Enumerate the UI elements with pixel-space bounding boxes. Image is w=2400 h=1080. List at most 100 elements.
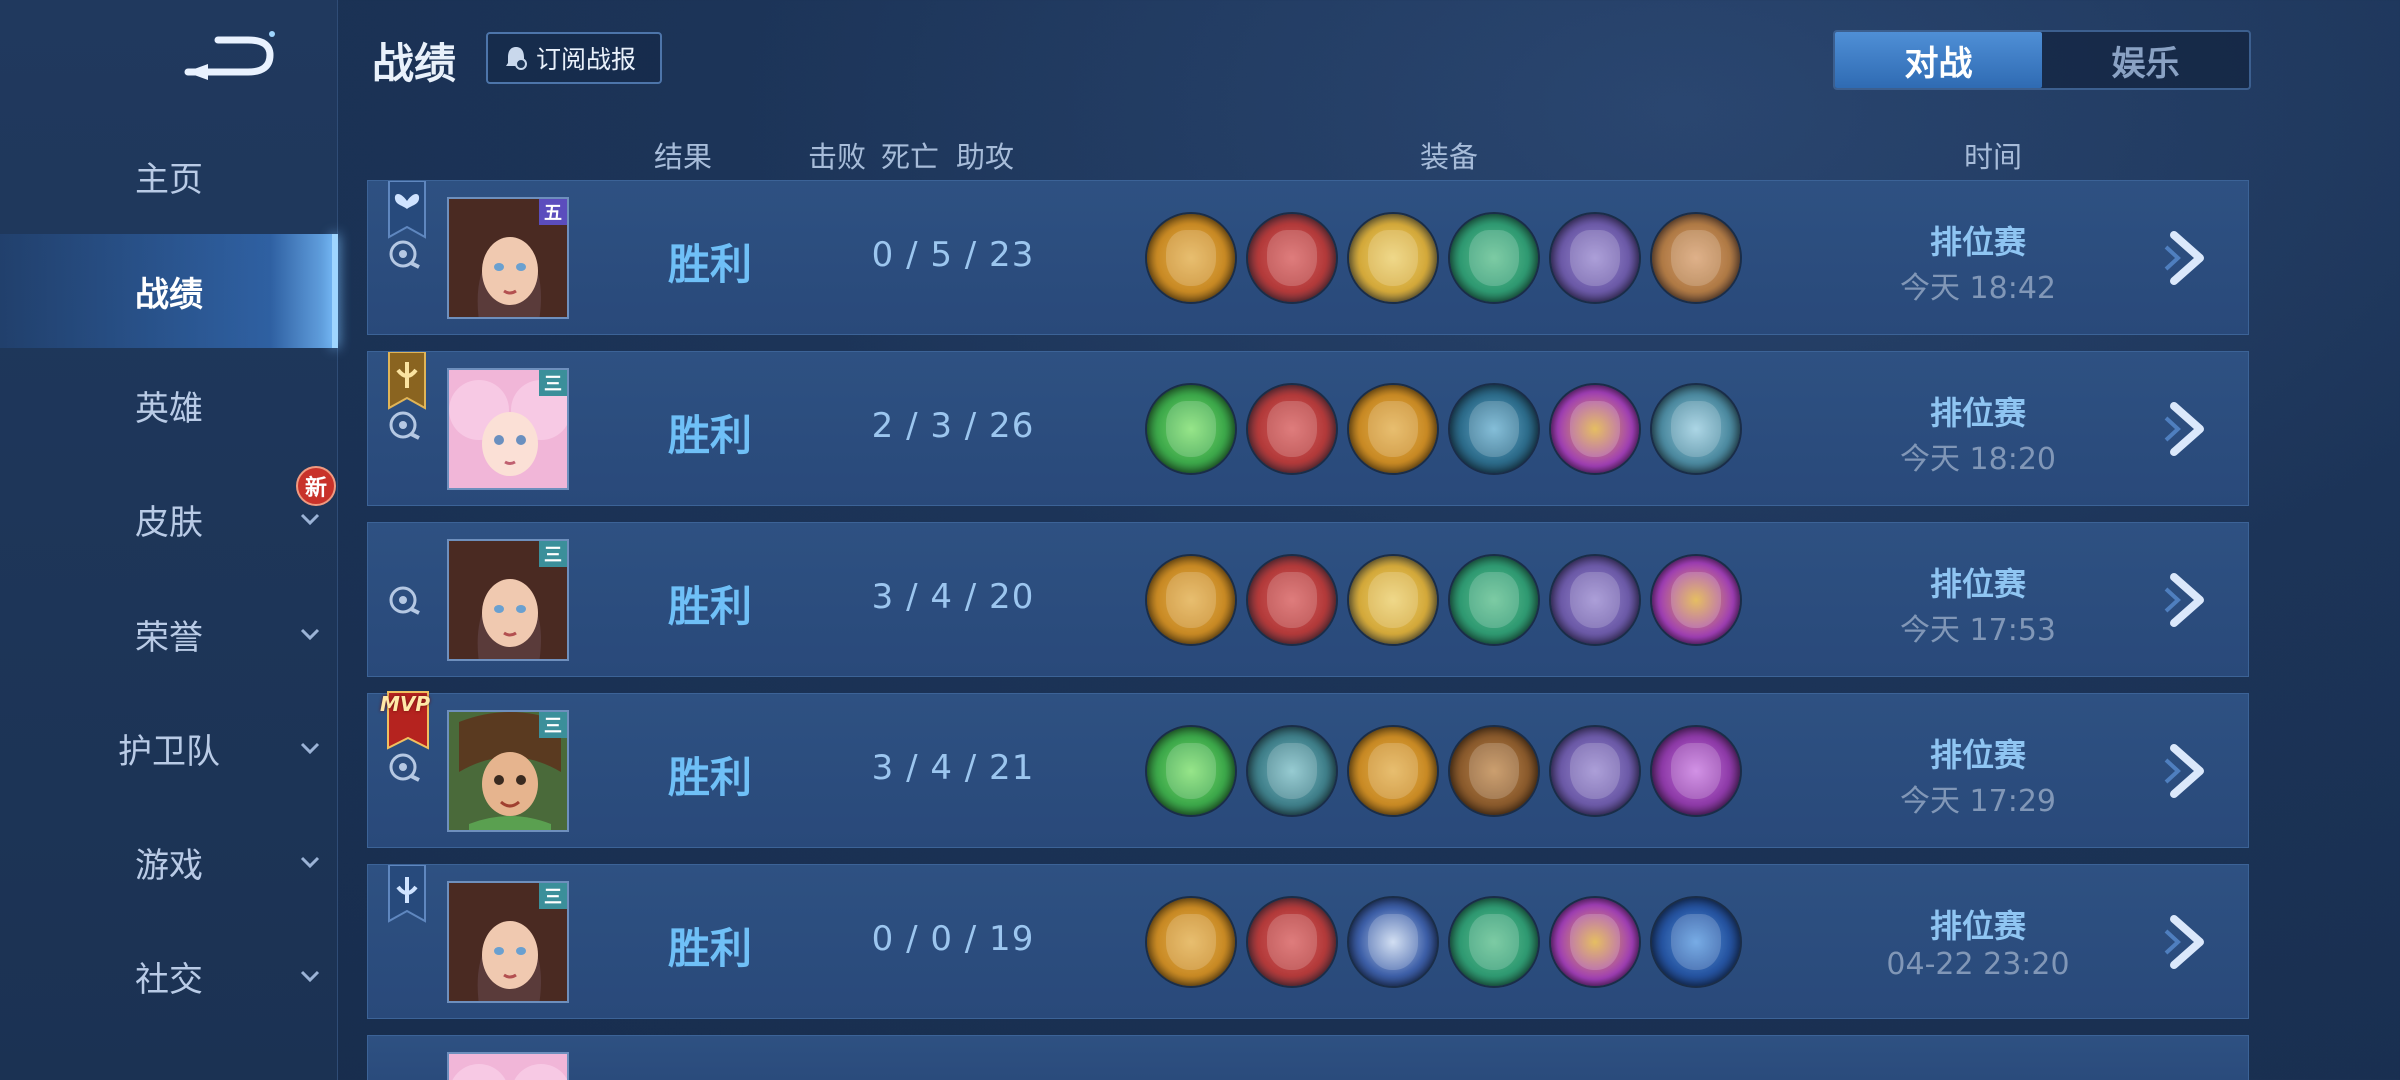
sidebar-item-label: 皮肤 <box>135 502 203 543</box>
item-icon <box>1549 212 1641 304</box>
item-icon <box>1246 725 1338 817</box>
back-button[interactable] <box>178 28 282 88</box>
item-icon <box>1246 383 1338 475</box>
item-icon <box>1650 896 1742 988</box>
match-row[interactable]: 五 胜利 0 / 5 / 23 排位赛 今天 18:42 <box>367 180 2249 335</box>
hero-avatar[interactable]: 三 <box>447 368 569 490</box>
sidebar-item-label: 英雄 <box>135 388 203 429</box>
sidebar-item-label: 主页 <box>135 159 203 200</box>
sidebar-item-game[interactable]: 游戏 <box>0 805 338 919</box>
match-row[interactable]: MVP 三 胜利 3 / 4 / 21 排位赛 今天 17:29 <box>367 691 2249 848</box>
replay-icon[interactable] <box>388 408 422 442</box>
item-icon <box>1347 212 1439 304</box>
wing-rank-icon <box>388 181 426 239</box>
hero-avatar[interactable]: 三 <box>447 881 569 1003</box>
item-icon <box>1448 896 1540 988</box>
hero-tier: 五 <box>539 199 567 225</box>
hero-portrait-icon <box>449 1054 567 1080</box>
tab-battle[interactable]: 对战 <box>1835 32 2042 88</box>
hero-tier: 三 <box>539 712 567 738</box>
match-row[interactable]: 三 胜利 2 / 3 / 26 排位赛 今天 18:20 <box>367 351 2249 506</box>
item-icon <box>1650 554 1742 646</box>
replay-icon[interactable] <box>388 750 422 784</box>
wing-rank-icon <box>388 865 426 923</box>
match-time: 04-22 23:20 <box>1886 947 2070 982</box>
match-time: 今天 18:20 <box>1900 442 2056 477</box>
item-icon <box>1347 554 1439 646</box>
column-header-time: 时间 <box>1964 140 2023 174</box>
match-result: 胜利 <box>667 240 752 289</box>
item-icon <box>1145 896 1237 988</box>
chevron-right-icon[interactable] <box>2160 911 2218 973</box>
subscribe-label: 订阅战报 <box>536 45 637 74</box>
match-result: 胜利 <box>667 753 752 802</box>
equipment-list <box>1145 896 1751 988</box>
match-kda: 3 / 4 / 21 <box>871 748 1035 788</box>
match-row[interactable]: 三 胜利 3 / 4 / 20 排位赛 今天 17:53 <box>367 522 2249 677</box>
column-header-kills: 击败 <box>808 140 867 174</box>
sidebar-item-heroes[interactable]: 英雄 <box>0 348 338 462</box>
subscribe-report-button[interactable]: 订阅战报 <box>486 32 662 84</box>
match-mode: 排位赛 <box>1929 223 2026 261</box>
back-arrow-icon <box>184 31 275 80</box>
match-row[interactable]: 三 胜利 0 / 0 / 19 排位赛 04-22 23:20 <box>367 864 2249 1019</box>
item-icon <box>1246 896 1338 988</box>
chevron-right-icon[interactable] <box>2160 569 2218 631</box>
item-icon <box>1549 896 1641 988</box>
match-row[interactable] <box>367 1035 2249 1080</box>
item-icon <box>1246 554 1338 646</box>
item-icon <box>1347 896 1439 988</box>
replay-icon[interactable] <box>388 583 422 617</box>
mvp-badge: MVP <box>380 686 434 752</box>
match-mode: 排位赛 <box>1929 907 2026 945</box>
chevron-down-icon <box>300 856 320 869</box>
equipment-list <box>1145 554 1751 646</box>
gold-rank-icon <box>388 352 426 410</box>
mvp-label: MVP <box>380 692 431 716</box>
column-header-deaths: 死亡 <box>881 140 940 174</box>
sidebar-item-skins[interactable]: 皮肤 <box>0 462 338 576</box>
match-result: 胜利 <box>667 411 752 460</box>
item-icon <box>1448 725 1540 817</box>
chevron-down-icon <box>300 742 320 755</box>
match-kda: 0 / 5 / 23 <box>871 235 1035 275</box>
bell-icon <box>506 47 527 70</box>
sidebar-item-guard[interactable]: 护卫队 <box>0 691 338 805</box>
item-icon <box>1448 554 1540 646</box>
tab-entertainment[interactable]: 娱乐 <box>2042 32 2249 88</box>
sidebar-item-records[interactable]: 战绩 <box>0 234 338 348</box>
sidebar-item-label: 荣誉 <box>135 617 203 658</box>
hero-tier: 三 <box>539 883 567 909</box>
sidebar-item-home[interactable]: 主页 <box>0 119 338 233</box>
sidebar-item-honor[interactable]: 荣誉 <box>0 577 338 691</box>
item-icon <box>1650 725 1742 817</box>
item-icon <box>1448 212 1540 304</box>
column-header-items: 装备 <box>1420 140 1479 174</box>
match-time: 今天 17:53 <box>1900 613 2056 648</box>
chevron-right-icon[interactable] <box>2160 227 2218 289</box>
replay-icon[interactable] <box>388 237 422 271</box>
chevron-down-icon <box>300 628 320 641</box>
sidebar-item-social[interactable]: 社交 <box>0 919 338 1033</box>
match-mode: 排位赛 <box>1929 565 2026 603</box>
item-icon <box>1246 212 1338 304</box>
chevron-right-icon[interactable] <box>2160 398 2218 460</box>
chevron-right-icon[interactable] <box>2160 740 2218 802</box>
sidebar-item-label: 游戏 <box>135 845 203 886</box>
sidebar-item-label: 战绩 <box>135 274 203 315</box>
item-icon <box>1145 725 1237 817</box>
sidebar: 主页 战绩 英雄 皮肤 新 荣誉 护卫队 游戏 社交 <box>0 0 338 1080</box>
item-icon <box>1145 383 1237 475</box>
match-kda: 2 / 3 / 26 <box>871 406 1035 446</box>
item-icon <box>1650 212 1742 304</box>
item-icon <box>1145 212 1237 304</box>
item-icon <box>1549 383 1641 475</box>
equipment-list <box>1145 725 1751 817</box>
hero-avatar[interactable] <box>447 1052 569 1080</box>
hero-tier: 三 <box>539 370 567 396</box>
equipment-list <box>1145 212 1751 304</box>
hero-avatar[interactable]: 三 <box>447 710 569 832</box>
match-result: 胜利 <box>667 924 752 973</box>
hero-avatar[interactable]: 三 <box>447 539 569 661</box>
hero-avatar[interactable]: 五 <box>447 197 569 319</box>
